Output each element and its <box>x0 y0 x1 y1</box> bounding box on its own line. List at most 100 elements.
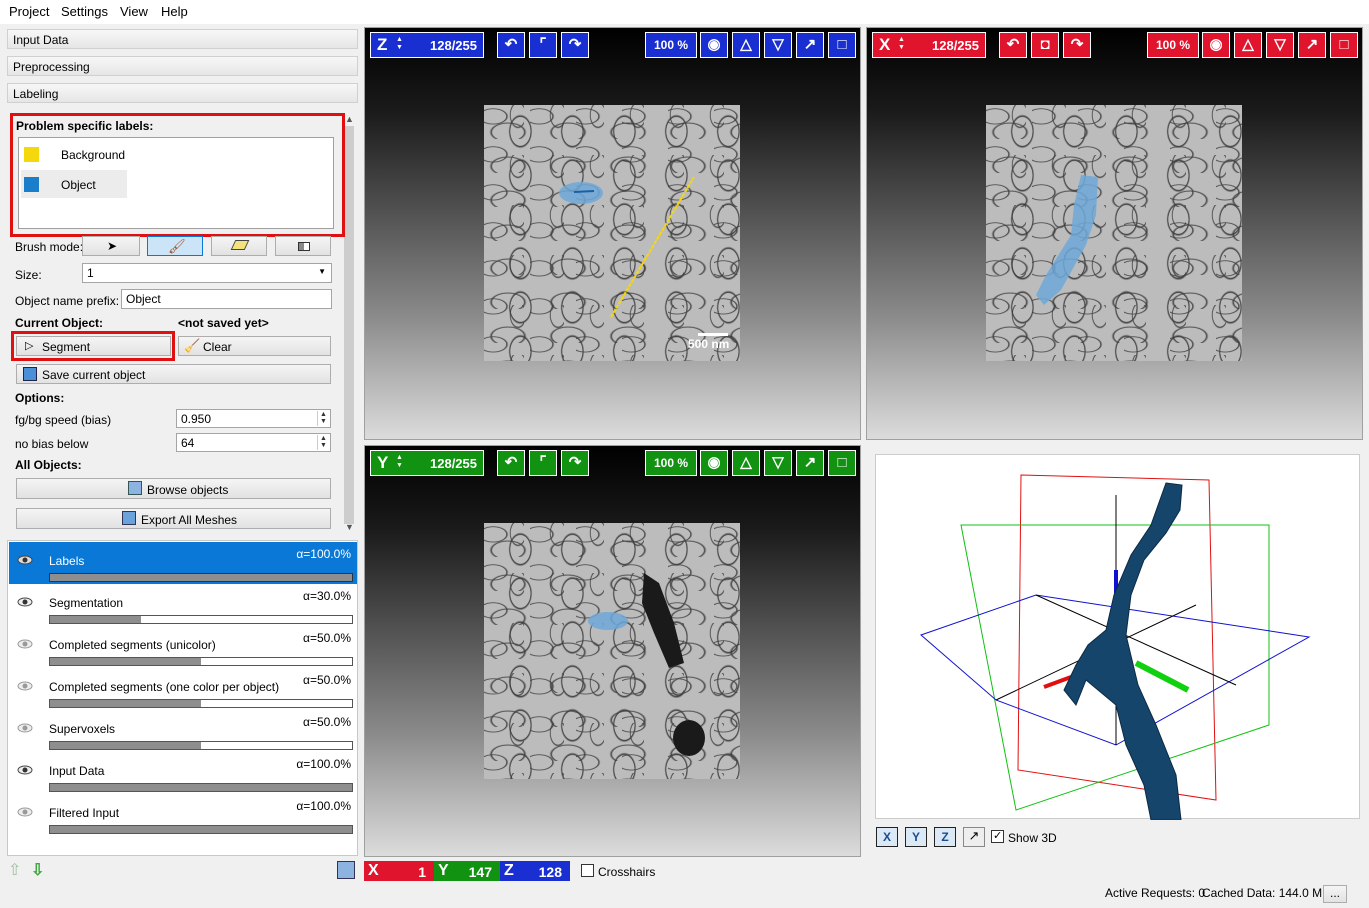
layer-row-completed-per-object[interactable]: Completed segments (one color per object… <box>9 668 357 710</box>
layer-row-completed-unicolor[interactable]: Completed segments (unicolor) α=50.0% <box>9 626 357 668</box>
spin-arrows-icon[interactable]: ▲ ▼ <box>396 36 403 52</box>
layer-row-input-data[interactable]: Input Data α=100.0% <box>9 752 357 794</box>
fullscreen-icon[interactable]: □ <box>828 32 856 58</box>
crosshairs-checkbox[interactable] <box>581 864 594 877</box>
layer-export-icon[interactable] <box>337 861 355 879</box>
maximize-icon[interactable]: ↗ <box>1298 32 1326 58</box>
scroll-up-arrow-icon[interactable]: ▲ <box>345 114 354 124</box>
slice-selector-z[interactable]: Z ▲ ▼ 128/255 <box>370 32 484 58</box>
status-more-button[interactable]: ... <box>1323 885 1347 903</box>
eye-icon[interactable] <box>17 680 33 692</box>
spin-arrows-icon[interactable]: ▲ ▼ <box>317 411 329 426</box>
eye-icon[interactable] <box>17 638 33 650</box>
swap-axes-icon[interactable]: ◘ <box>1031 32 1059 58</box>
no-bias-spinbox[interactable]: 64 ▲ ▼ <box>176 433 331 452</box>
em-slice-image[interactable] <box>484 523 740 779</box>
layer-opacity-bar[interactable] <box>49 699 353 708</box>
view-y[interactable]: Y ▲ ▼ 128/255 ↶ ⌜ ↷ 100 % ◉ △ ▽ ↗ □ <box>364 445 861 857</box>
eye-icon[interactable] <box>17 554 33 566</box>
layer-opacity-bar[interactable] <box>49 573 353 582</box>
coord-z[interactable]: Z 128 <box>500 861 570 881</box>
zoom-level-y[interactable]: 100 % <box>645 450 697 476</box>
export-meshes-button[interactable]: Export All Meshes <box>16 508 331 529</box>
coord-x[interactable]: X 1 <box>364 861 434 881</box>
camera-icon[interactable]: ◉ <box>1202 32 1230 58</box>
drawer-preprocessing[interactable]: Preprocessing <box>7 56 358 76</box>
slice-up-icon[interactable]: △ <box>1234 32 1262 58</box>
menu-project[interactable]: Project <box>9 4 49 19</box>
fullscreen-icon[interactable]: □ <box>1330 32 1358 58</box>
size-dropdown[interactable]: 1 ▼ <box>82 263 332 283</box>
em-slice-image[interactable] <box>986 105 1242 361</box>
brush-navigate-button[interactable]: ➤ <box>82 236 140 256</box>
layer-opacity-bar[interactable] <box>49 615 353 624</box>
slice-down-icon[interactable]: ▽ <box>764 32 792 58</box>
segment-button[interactable]: ▷ Segment <box>16 336 171 356</box>
show-3d-checkbox[interactable]: ✓ <box>991 830 1004 843</box>
layer-row-filtered-input[interactable]: Filtered Input α=100.0% <box>9 794 357 836</box>
drawer-input-data[interactable]: Input Data <box>7 29 358 49</box>
rotate-right-icon[interactable]: ↷ <box>1063 32 1091 58</box>
brush-paint-button[interactable]: 🖌 <box>147 236 203 256</box>
view-3d[interactable] <box>875 454 1360 821</box>
menu-view[interactable]: View <box>120 4 148 19</box>
layer-opacity-bar[interactable] <box>49 741 353 750</box>
object-prefix-input[interactable]: Object <box>121 289 332 309</box>
view-3d-axis-y-button[interactable]: Y <box>905 827 927 847</box>
clear-button[interactable]: 🧹 Clear <box>178 336 331 356</box>
layer-opacity-bar[interactable] <box>49 783 353 792</box>
swap-axes-icon[interactable]: ⌜ <box>529 450 557 476</box>
layer-row-supervoxels[interactable]: Supervoxels α=50.0% <box>9 710 357 752</box>
move-layer-down-icon[interactable]: ⇩ <box>31 860 49 880</box>
eye-icon[interactable] <box>17 764 33 776</box>
maximize-icon[interactable]: ↗ <box>796 450 824 476</box>
label-color-swatch[interactable] <box>24 147 39 162</box>
rotate-right-icon[interactable]: ↷ <box>561 32 589 58</box>
rotate-left-icon[interactable]: ↶ <box>497 32 525 58</box>
view-3d-axis-z-button[interactable]: Z <box>934 827 956 847</box>
swap-axes-icon[interactable]: ⌜ <box>529 32 557 58</box>
slice-selector-y[interactable]: Y ▲ ▼ 128/255 <box>370 450 484 476</box>
spin-arrows-icon[interactable]: ▲ ▼ <box>898 36 905 52</box>
fullscreen-icon[interactable]: □ <box>828 450 856 476</box>
drawer-labeling[interactable]: Labeling <box>7 83 358 103</box>
rotate-left-icon[interactable]: ↶ <box>497 450 525 476</box>
scroll-down-arrow-icon[interactable]: ▼ <box>345 522 354 532</box>
layer-opacity-bar[interactable] <box>49 825 353 834</box>
eye-icon[interactable] <box>17 596 33 608</box>
layer-opacity-bar[interactable] <box>49 657 353 666</box>
zoom-level-z[interactable]: 100 % <box>645 32 697 58</box>
scroll-thumb[interactable] <box>344 126 354 524</box>
rotate-left-icon[interactable]: ↶ <box>999 32 1027 58</box>
slice-down-icon[interactable]: ▽ <box>1266 32 1294 58</box>
spin-arrows-icon[interactable]: ▲ ▼ <box>396 454 403 470</box>
spin-arrows-icon[interactable]: ▲ ▼ <box>317 435 329 450</box>
move-layer-up-icon[interactable]: ⇧ <box>8 860 26 880</box>
eye-icon[interactable] <box>17 806 33 818</box>
save-object-button[interactable]: Save current object <box>16 364 331 384</box>
label-item-object[interactable]: Object <box>21 170 127 198</box>
slice-selector-x[interactable]: X ▲ ▼ 128/255 <box>872 32 986 58</box>
view-3d-axis-x-button[interactable]: X <box>876 827 898 847</box>
layer-row-segmentation[interactable]: Segmentation α=30.0% <box>9 584 357 626</box>
camera-icon[interactable]: ◉ <box>700 450 728 476</box>
em-slice-image[interactable]: 500 nm <box>484 105 740 361</box>
bias-spinbox[interactable]: 0.950 ▲ ▼ <box>176 409 331 428</box>
label-item-background[interactable]: Background <box>21 140 127 168</box>
camera-icon[interactable]: ◉ <box>700 32 728 58</box>
menu-help[interactable]: Help <box>161 4 188 19</box>
slice-up-icon[interactable]: △ <box>732 450 760 476</box>
brush-erase-button[interactable] <box>211 236 267 256</box>
coord-y[interactable]: Y 147 <box>434 861 500 881</box>
brush-rectangle-button[interactable] <box>275 236 331 256</box>
slice-down-icon[interactable]: ▽ <box>764 450 792 476</box>
layer-row-labels[interactable]: Labels α=100.0% <box>9 542 357 584</box>
menu-settings[interactable]: Settings <box>61 4 108 19</box>
view-x[interactable]: X ▲ ▼ 128/255 ↶ ◘ ↷ 100 % ◉ △ ▽ ↗ □ <box>866 27 1363 440</box>
maximize-icon[interactable]: ↗ <box>796 32 824 58</box>
zoom-level-x[interactable]: 100 % <box>1147 32 1199 58</box>
slice-up-icon[interactable]: △ <box>732 32 760 58</box>
browse-objects-button[interactable]: Browse objects <box>16 478 331 499</box>
view-z[interactable]: Z ▲ ▼ 128/255 ↶ ⌜ ↷ 100 % ◉ △ ▽ ↗ □ 500 n… <box>364 27 861 440</box>
maximize-icon[interactable]: ↗ <box>963 827 985 847</box>
